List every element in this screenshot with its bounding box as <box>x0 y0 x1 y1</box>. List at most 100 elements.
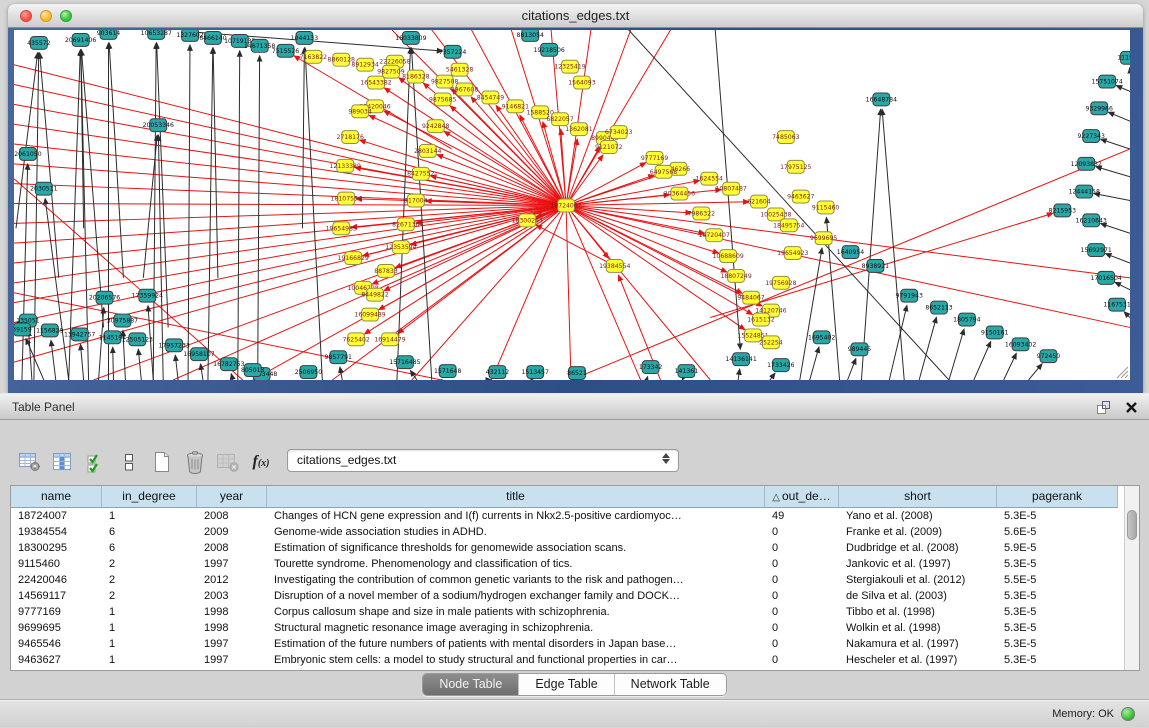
table-row[interactable]: 946554611997Estimation of the future num… <box>11 636 1139 652</box>
graph-node[interactable]: 8427552 <box>407 167 434 180</box>
table-cell[interactable]: 0 <box>765 540 839 556</box>
graph-node[interactable]: 17957233 <box>158 339 189 352</box>
graph-node[interactable]: 9227343 <box>1078 130 1105 143</box>
table-cell[interactable]: 5.6E-5 <box>997 524 1118 540</box>
graph-node[interactable]: 30975887 <box>107 314 138 327</box>
show-columns-icon[interactable] <box>51 448 75 476</box>
graph-node[interactable]: 2506950 <box>295 366 322 379</box>
graph-node[interactable]: 435572 <box>27 36 51 49</box>
table-selector-combobox[interactable]: citations_edges.txt <box>287 449 679 472</box>
table-cell[interactable]: 2012 <box>197 572 267 588</box>
table-cell[interactable]: Disruption of a novel member of a sodium… <box>267 588 765 604</box>
table-row[interactable]: 977716911998Corpus callosum shape and si… <box>11 604 1139 620</box>
table-row[interactable]: 1456911722003Disruption of a novel membe… <box>11 588 1139 604</box>
column-header-short[interactable]: short <box>839 486 997 508</box>
table-mode-gear-icon[interactable] <box>18 448 42 476</box>
table-cell[interactable]: 2009 <box>197 524 267 540</box>
graph-node[interactable]: 621604 <box>747 195 771 208</box>
graph-node[interactable]: 1362081 <box>565 123 592 136</box>
new-column-icon[interactable] <box>150 448 174 476</box>
graph-node[interactable]: 1805794 <box>953 313 980 326</box>
table-cell[interactable]: 2003 <box>197 588 267 604</box>
column-header-year[interactable]: year <box>197 486 267 508</box>
graph-node[interactable]: 972450 <box>1037 350 1061 363</box>
graph-node[interactable]: 16093402 <box>1005 338 1036 351</box>
table-cell[interactable]: 2008 <box>197 508 267 524</box>
table-scrollbar-thumb[interactable] <box>1127 510 1137 540</box>
table-cell[interactable]: 1998 <box>197 620 267 636</box>
table-cell[interactable]: Dudbridge et al. (2008) <box>839 540 997 556</box>
graph-node[interactable]: 20691406 <box>65 33 96 46</box>
table-cell[interactable]: Jankovic et al. (1997) <box>839 556 997 572</box>
column-header-in-degree[interactable]: in_degree <box>102 486 197 508</box>
graph-node[interactable]: 141361 <box>675 365 699 378</box>
graph-node[interactable]: 16099489 <box>354 308 385 321</box>
table-cell[interactable]: 9463627 <box>11 652 102 668</box>
table-cell[interactable]: 18724007 <box>11 508 102 524</box>
float-panel-icon[interactable] <box>1095 399 1111 415</box>
table-cell[interactable]: 5.3E-5 <box>997 620 1118 636</box>
graph-node[interactable]: 8912934 <box>351 58 378 71</box>
table-cell[interactable]: Investigating the contribution of common… <box>267 572 765 588</box>
close-panel-icon[interactable] <box>1123 399 1139 415</box>
network-graph-svg[interactable]: 4355722069140690361410653287132760264661… <box>14 30 1130 380</box>
graph-node[interactable]: 16914479 <box>374 333 405 346</box>
table-cell[interactable]: Changes of HCN gene expression and I(f) … <box>267 508 765 524</box>
graph-node[interactable]: 8454749 <box>477 91 504 104</box>
table-cell[interactable]: 0 <box>765 556 839 572</box>
row-height-icon[interactable] <box>117 448 141 476</box>
column-header-pagerank[interactable]: pagerank <box>997 486 1118 508</box>
table-cell[interactable]: 6 <box>102 540 197 556</box>
table-cell[interactable]: 1 <box>102 604 197 620</box>
graph-node[interactable]: 9463627 <box>787 190 814 203</box>
graph-node[interactable]: 432112 <box>486 366 510 379</box>
table-cell[interactable]: 1997 <box>197 636 267 652</box>
graph-node[interactable]: 15716485 <box>389 356 420 369</box>
table-row[interactable]: 1872400712008Changes of HCN gene express… <box>11 508 1139 524</box>
table-cell[interactable]: Estimation of significance thresholds fo… <box>267 540 765 556</box>
table-cell[interactable]: 1 <box>102 636 197 652</box>
tab-edge-table[interactable]: Edge Table <box>519 674 614 695</box>
table-row[interactable]: 1830029562008Estimation of significance … <box>11 540 1139 556</box>
graph-node[interactable]: 1513457 <box>521 366 548 379</box>
table-cell[interactable]: Wolkin et al. (1998) <box>839 620 997 636</box>
table-cell[interactable]: 1 <box>102 652 197 668</box>
select-all-checklist-icon[interactable] <box>84 448 108 476</box>
table-cell[interactable]: 0 <box>765 620 839 636</box>
graph-node[interactable]: 2718176 <box>336 131 363 144</box>
table-cell[interactable]: 1 <box>102 508 197 524</box>
table-cell[interactable]: 9777169 <box>11 604 102 620</box>
table-cell[interactable]: Genome-wide association studies in ADHD. <box>267 524 765 540</box>
graph-node[interactable]: 12505123 <box>122 333 153 346</box>
graph-node[interactable]: 887833 <box>374 264 398 277</box>
graph-node[interactable]: 9791943 <box>895 289 922 302</box>
table-cell[interactable]: 19384554 <box>11 524 102 540</box>
graph-node[interactable]: 86521 <box>567 367 587 380</box>
graph-node[interactable]: 8652113 <box>925 301 952 314</box>
graph-node[interactable]: 16033809 <box>395 31 426 44</box>
table-cell[interactable]: 5.3E-5 <box>997 604 1118 620</box>
graph-node[interactable]: 19218506 <box>533 43 564 56</box>
table-cell[interactable]: Tourette syndrome. Phenomenology and cla… <box>267 556 765 572</box>
graph-node[interactable]: 1564093 <box>568 76 595 89</box>
graph-node[interactable]: 10653287 <box>141 30 172 39</box>
graph-node[interactable]: 9150161 <box>981 326 1008 339</box>
graph-node[interactable]: 111510 <box>1117 51 1130 64</box>
graph-node[interactable]: 9146821 <box>502 100 529 113</box>
delete-column-trash-icon[interactable] <box>183 448 207 476</box>
graph-node[interactable]: 39159 <box>14 323 32 336</box>
table-cell[interactable]: 2 <box>102 572 197 588</box>
graph-node[interactable]: 12444158 <box>1069 185 1100 198</box>
graph-node[interactable]: 19384554 <box>599 260 630 273</box>
graph-node[interactable]: 9242848 <box>422 120 449 133</box>
graph-node[interactable]: 17359924 <box>132 289 163 302</box>
graph-node[interactable]: 805013 <box>241 364 265 377</box>
graph-node[interactable]: 8186328 <box>402 70 429 83</box>
table-cell[interactable]: 2 <box>102 588 197 604</box>
graph-node[interactable]: 7515526 <box>272 44 299 57</box>
table-cell[interactable]: 0 <box>765 652 839 668</box>
function-builder-icon[interactable]: f(x) <box>249 448 273 476</box>
graph-node[interactable]: 19654923 <box>777 247 808 260</box>
resize-grip-icon[interactable] <box>1115 365 1129 379</box>
table-cell[interactable]: Estimation of the future numbers of pati… <box>267 636 765 652</box>
